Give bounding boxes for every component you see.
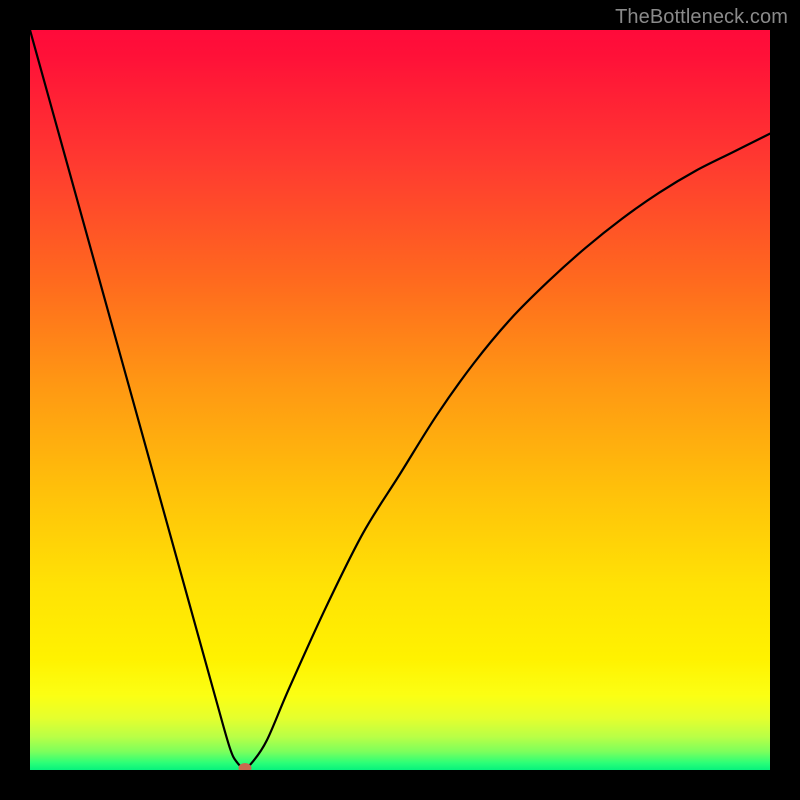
watermark-text: TheBottleneck.com — [615, 6, 788, 29]
chart-frame: TheBottleneck.com — [0, 0, 800, 800]
optimal-point-marker — [238, 763, 251, 770]
heat-gradient-background — [30, 30, 770, 770]
plot-area — [30, 30, 770, 770]
